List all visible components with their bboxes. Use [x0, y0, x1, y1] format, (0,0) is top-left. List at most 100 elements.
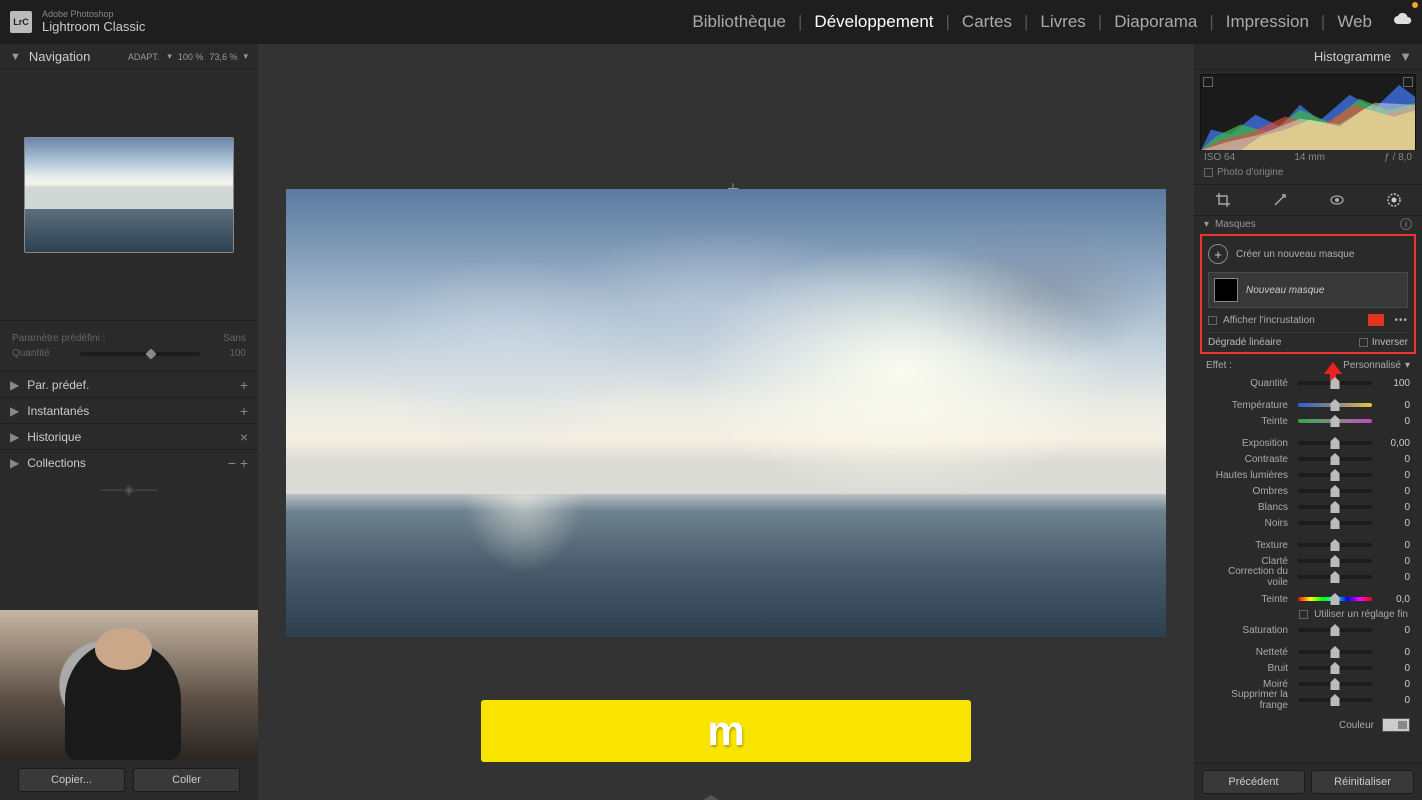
mask-item[interactable]: Nouveau masque — [1208, 272, 1408, 308]
add-icon[interactable]: + — [240, 455, 248, 471]
slider-value: 0 — [1382, 518, 1410, 529]
mask-tool-icon[interactable] — [1385, 191, 1403, 209]
amount-label: Quantité — [12, 348, 50, 359]
invert-toggle[interactable]: Inverser — [1359, 337, 1408, 348]
color-swatch[interactable] — [1382, 718, 1410, 732]
dropdown-icon[interactable]: ▾ — [1405, 360, 1410, 371]
show-overlay-row[interactable]: Afficher l'incrustation ••• — [1208, 308, 1408, 328]
zoom-100[interactable]: 100 % — [178, 52, 204, 62]
contrast-slider[interactable]: Contraste0 — [1194, 451, 1422, 467]
overlay-color-swatch[interactable] — [1368, 314, 1384, 326]
navigator-header[interactable]: ▼ Navigation ADAPT.▾ 100 % 73,6 %▾ — [0, 44, 258, 70]
original-photo-toggle[interactable]: Photo d'origine — [1194, 163, 1422, 184]
cloud-sync-icon[interactable] — [1392, 12, 1412, 32]
navigator-thumb-area — [0, 70, 258, 320]
slider-label: Netteté — [1206, 647, 1288, 658]
checkbox-icon[interactable] — [1204, 168, 1213, 177]
chevron-right-icon: ▶ — [10, 456, 19, 470]
whites-slider[interactable]: Blancs0 — [1194, 499, 1422, 515]
mask-name: Nouveau masque — [1246, 285, 1324, 296]
slider-label: Teinte — [1206, 594, 1288, 605]
slider-label: Exposition — [1206, 438, 1288, 449]
amount-value: 100 — [229, 348, 246, 359]
temperature-slider[interactable]: Température0 — [1194, 397, 1422, 413]
redeye-tool-icon[interactable] — [1328, 191, 1346, 209]
preset-label: Paramètre prédéfini : — [12, 333, 105, 344]
fit-mode[interactable]: ADAPT. — [126, 51, 162, 63]
paste-button[interactable]: Coller — [133, 768, 240, 792]
module-slideshow[interactable]: Diaporama — [1102, 12, 1209, 32]
defringe-slider[interactable]: Supprimer la frange0 — [1194, 692, 1422, 708]
tint-slider[interactable]: Teinte0 — [1194, 413, 1422, 429]
meta-focal: 14 mm — [1294, 152, 1325, 163]
navigator-thumbnail[interactable] — [24, 137, 234, 253]
photo-preview[interactable] — [286, 189, 1166, 637]
checkbox-icon[interactable] — [1359, 338, 1368, 347]
slider-value: 0,0 — [1382, 594, 1410, 605]
exposure-slider[interactable]: Exposition0,00 — [1194, 435, 1422, 451]
chevron-down-icon: ▼ — [1399, 49, 1412, 64]
module-print[interactable]: Impression — [1214, 12, 1321, 32]
slider-label: Bruit — [1206, 663, 1288, 674]
slider-label: Teinte — [1206, 416, 1288, 427]
center-canvas[interactable]: ＋ m — [258, 44, 1194, 800]
previous-button[interactable]: Précédent — [1202, 770, 1305, 794]
slider-value: 0 — [1382, 556, 1410, 567]
fine-adjust-toggle[interactable]: Utiliser un réglage fin — [1194, 607, 1422, 622]
app-bar: LrC Adobe Photoshop Lightroom Classic Bi… — [0, 0, 1422, 44]
bottom-panel-handle[interactable] — [703, 795, 719, 800]
sharpness-slider[interactable]: Netteté0 — [1194, 644, 1422, 660]
histogram[interactable] — [1200, 74, 1416, 150]
meta-aperture: ƒ / 8,0 — [1384, 152, 1412, 163]
shadows-slider[interactable]: Ombres0 — [1194, 483, 1422, 499]
noise-slider[interactable]: Bruit0 — [1194, 660, 1422, 676]
saturation-slider[interactable]: Saturation0 — [1194, 622, 1422, 638]
module-map[interactable]: Cartes — [950, 12, 1024, 32]
effect-row[interactable]: Effet : Personnalisé ▾ — [1194, 356, 1422, 375]
crop-tool-icon[interactable] — [1214, 191, 1232, 209]
module-library[interactable]: Bibliothèque — [680, 12, 798, 32]
section-history[interactable]: ▶ Historique × — [0, 423, 258, 449]
histogram-header[interactable]: Histogramme ▼ — [1194, 44, 1422, 70]
slider-label: Contraste — [1206, 454, 1288, 465]
presets-label: Par. prédef. — [27, 378, 240, 392]
color-label: Couleur — [1339, 720, 1374, 731]
section-snapshots[interactable]: ▶ Instantanés + — [0, 397, 258, 423]
more-icon[interactable]: ••• — [1390, 315, 1408, 326]
section-presets[interactable]: ▶ Par. prédef. + — [0, 371, 258, 397]
create-mask-row[interactable]: + Créer un nouveau masque — [1208, 240, 1408, 268]
hue-slider[interactable]: Teinte 0,0 — [1194, 591, 1422, 607]
chevron-right-icon: ▶ — [10, 378, 19, 392]
clear-icon[interactable]: × — [240, 429, 248, 445]
module-web[interactable]: Web — [1325, 12, 1384, 32]
blacks-slider[interactable]: Noirs0 — [1194, 515, 1422, 531]
add-icon[interactable]: + — [240, 403, 248, 419]
reset-button[interactable]: Réinitialiser — [1311, 770, 1414, 794]
product-label: Lightroom Classic — [42, 20, 145, 34]
add-icon[interactable]: + — [240, 377, 248, 393]
module-develop[interactable]: Développement — [802, 12, 945, 32]
texture-slider[interactable]: Texture0 — [1194, 537, 1422, 553]
slider-value: 0 — [1382, 625, 1410, 636]
module-book[interactable]: Livres — [1028, 12, 1097, 32]
show-overlay-label: Afficher l'incrustation — [1223, 315, 1315, 326]
highlights-slider[interactable]: Hautes lumières0 — [1194, 467, 1422, 483]
info-icon[interactable]: i — [1400, 218, 1412, 230]
amount-slider[interactable]: Quantité 100 — [1194, 375, 1422, 391]
checkbox-icon[interactable] — [1299, 610, 1308, 619]
heal-tool-icon[interactable] — [1271, 191, 1289, 209]
masks-section-header[interactable]: ▾ Masques i — [1194, 216, 1422, 232]
macos-orange-dot — [1412, 2, 1418, 8]
slider-label: Quantité — [1206, 378, 1288, 389]
checkbox-icon[interactable] — [1208, 316, 1217, 325]
copy-button[interactable]: Copier... — [18, 768, 125, 792]
amount-slider[interactable] — [80, 352, 200, 356]
zoom-custom[interactable]: 73,6 % — [209, 52, 237, 62]
color-tint-row[interactable]: Couleur — [1194, 714, 1422, 736]
navigator-zoom[interactable]: ADAPT.▾ 100 % 73,6 %▾ — [126, 51, 248, 63]
plus-circle-icon[interactable]: + — [1208, 244, 1228, 264]
remove-icon[interactable]: − — [228, 455, 240, 471]
dehaze-slider[interactable]: Correction du voile0 — [1194, 569, 1422, 585]
section-collections[interactable]: ▶ Collections − + — [0, 449, 258, 475]
chevron-icon: ▾ — [167, 51, 172, 62]
